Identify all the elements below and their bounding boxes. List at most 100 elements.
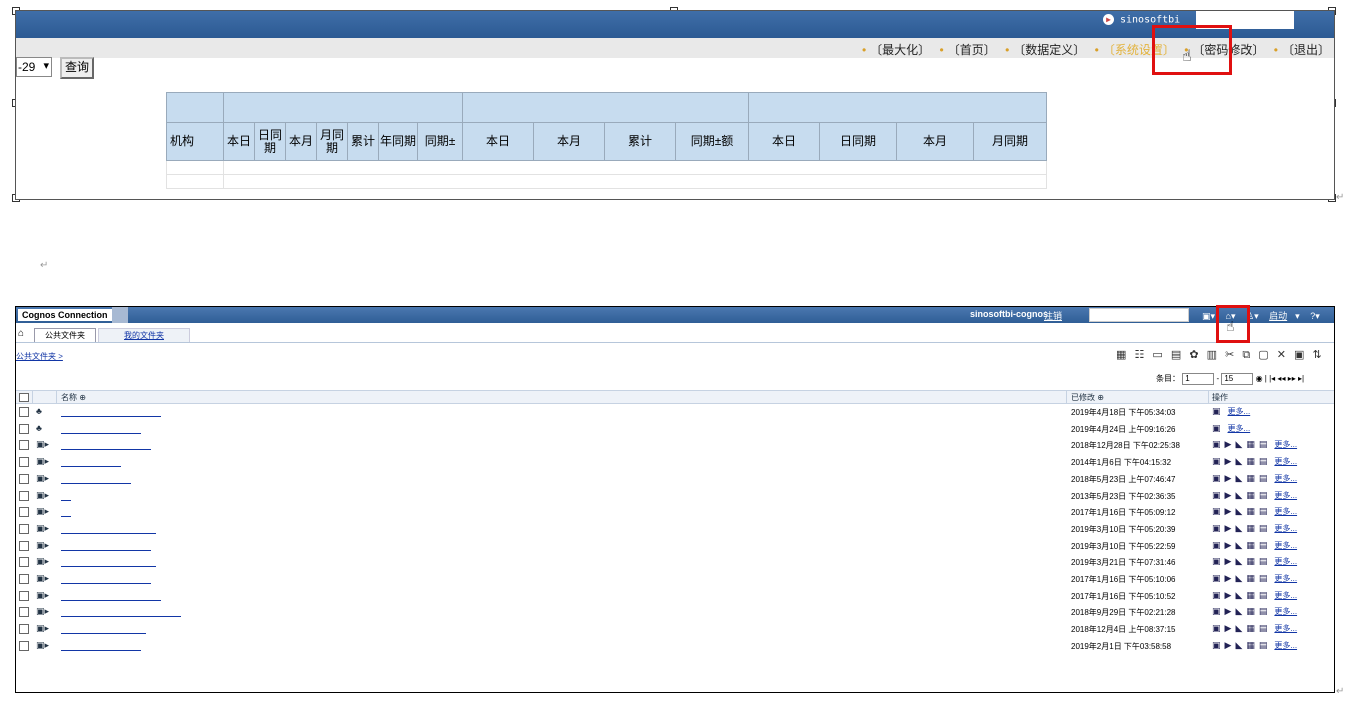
run-with-options-icon[interactable]: ◣ <box>1235 506 1242 516</box>
row-checkbox[interactable] <box>19 440 29 451</box>
nav-maximize-link[interactable]: 〔最大化〕 <box>870 43 930 57</box>
run-icon[interactable]: ▶ <box>1225 456 1232 466</box>
more-link[interactable]: 更多... <box>1274 457 1297 466</box>
item-name-link[interactable] <box>61 482 131 484</box>
run-with-options-icon[interactable]: ◣ <box>1235 456 1242 466</box>
item-name-link[interactable] <box>61 416 161 417</box>
item-name-link[interactable] <box>61 599 161 601</box>
schedule-icon[interactable]: ▦ <box>1246 540 1255 550</box>
row-checkbox[interactable] <box>19 490 29 501</box>
schedule-icon[interactable]: ▦ <box>1246 623 1255 633</box>
row-checkbox[interactable] <box>19 574 29 584</box>
tab-my-folders[interactable]: 我的文件夹 <box>98 328 190 342</box>
column-name-header[interactable]: 名称 ⊕ <box>61 392 86 403</box>
list-item[interactable]: ▣▸ 2014年1月6日 下午04:15:32 ▣ ▶ ◣ ▦ ▤ 更多... <box>16 454 1334 471</box>
schedule-icon[interactable]: ▦ <box>1246 523 1255 533</box>
run-with-options-icon[interactable]: ◣ <box>1235 523 1242 533</box>
row-checkbox[interactable] <box>19 473 29 484</box>
nav-home-link[interactable]: 〔首页〕 <box>948 43 996 57</box>
more-link[interactable]: 更多... <box>1274 524 1297 533</box>
properties-icon[interactable]: ▣ <box>1212 490 1221 500</box>
item-name-link[interactable] <box>61 432 141 434</box>
list-view-icon[interactable]: ☷ <box>1134 349 1144 361</box>
view-output-icon[interactable]: ▤ <box>1259 473 1268 483</box>
list-item[interactable]: ♣ 2019年4月18日 下午05:34:03 ▣ 更多... <box>16 404 1334 421</box>
row-checkbox[interactable] <box>19 540 29 551</box>
schedule-icon[interactable]: ▦ <box>1246 590 1255 600</box>
item-name-link[interactable] <box>61 549 151 551</box>
run-with-options-icon[interactable]: ◣ <box>1235 590 1242 600</box>
item-name-link[interactable] <box>61 583 151 584</box>
column-modified-header[interactable]: 已修改 ⊕ <box>1071 392 1104 403</box>
schedule-icon[interactable]: ▦ <box>1246 490 1255 500</box>
run-icon[interactable]: ▶ <box>1225 640 1232 650</box>
properties-icon[interactable]: ▣ <box>1212 423 1221 433</box>
more-link[interactable]: 更多... <box>1274 440 1297 449</box>
row-checkbox[interactable] <box>19 523 29 534</box>
list-item[interactable]: ▣▸ 2017年1月16日 下午05:10:52 ▣ ▶ ◣ ▦ ▤ 更多... <box>16 588 1334 605</box>
row-checkbox[interactable] <box>19 624 29 635</box>
view-output-icon[interactable]: ▤ <box>1259 573 1268 583</box>
row-checkbox[interactable] <box>19 457 29 468</box>
more-link[interactable]: 更多... <box>1274 474 1297 483</box>
order-icon[interactable]: ⇅ <box>1313 349 1322 361</box>
run-with-options-icon[interactable]: ◣ <box>1235 623 1242 633</box>
view-output-icon[interactable]: ▤ <box>1259 590 1268 600</box>
date-select[interactable]: -29 ▾ <box>16 57 52 77</box>
more-link[interactable]: 更多... <box>1274 507 1297 516</box>
properties-icon[interactable]: ▣ <box>1212 540 1221 550</box>
run-icon[interactable]: ▶ <box>1225 590 1232 600</box>
prev-page-icon[interactable]: ◂◂ <box>1277 374 1285 383</box>
launch-menu[interactable]: 启动 <box>1269 311 1287 321</box>
item-name-link[interactable] <box>61 649 141 651</box>
list-item[interactable]: ▣▸ 2019年3月10日 下午05:22:59 ▣ ▶ ◣ ▦ ▤ 更多... <box>16 538 1334 555</box>
run-with-options-icon[interactable]: ◣ <box>1235 640 1242 650</box>
item-name-link[interactable] <box>61 466 121 468</box>
pager-from-input[interactable]: 1 <box>1182 373 1215 385</box>
run-with-options-icon[interactable]: ◣ <box>1235 439 1242 449</box>
view-output-icon[interactable]: ▤ <box>1259 439 1268 449</box>
run-with-options-icon[interactable]: ◣ <box>1235 490 1242 500</box>
run-icon[interactable]: ▶ <box>1225 556 1232 566</box>
item-name-link[interactable] <box>61 566 156 568</box>
row-checkbox[interactable] <box>19 423 29 434</box>
list-item[interactable]: ▣▸ 2018年5月23日 上午07:46:47 ▣ ▶ ◣ ▦ ▤ 更多... <box>16 471 1334 488</box>
run-with-options-icon[interactable]: ◣ <box>1235 540 1242 550</box>
more-link[interactable]: 更多... <box>1274 641 1297 650</box>
properties-icon[interactable]: ▣ <box>1212 556 1221 566</box>
row-checkbox[interactable] <box>19 507 29 518</box>
more-link[interactable]: 更多... <box>1274 607 1297 616</box>
new-folder-icon[interactable]: ▭ <box>1152 349 1162 361</box>
schedule-icon[interactable]: ▦ <box>1246 556 1255 566</box>
properties-icon[interactable]: ▣ <box>1212 523 1221 533</box>
properties-icon[interactable]: ▣ <box>1212 506 1221 516</box>
more-link[interactable]: 更多... <box>1228 407 1251 416</box>
new-page-icon[interactable]: ▥ <box>1207 349 1217 361</box>
pager-to-input[interactable]: 15 <box>1221 373 1254 385</box>
schedule-icon[interactable]: ▦ <box>1246 606 1255 616</box>
properties-icon[interactable]: ▣ <box>1212 640 1221 650</box>
more-link[interactable]: 更多... <box>1274 574 1297 583</box>
row-checkbox[interactable] <box>19 590 29 601</box>
run-icon[interactable]: ▶ <box>1225 606 1232 616</box>
select-all-checkbox[interactable] <box>19 393 29 402</box>
nav-data-definition-link[interactable]: 〔数据定义〕 <box>1013 43 1085 57</box>
next-page-icon[interactable]: ▸▸ <box>1288 374 1296 383</box>
row-checkbox[interactable] <box>19 557 29 568</box>
properties-icon[interactable]: ▣ <box>1212 439 1221 449</box>
run-icon[interactable]: ▶ <box>1225 490 1232 500</box>
run-icon[interactable]: ▶ <box>1225 623 1232 633</box>
run-icon[interactable]: ▶ <box>1225 573 1232 583</box>
help-icon[interactable]: ?▾ <box>1310 311 1320 321</box>
list-item[interactable]: ▣▸ 2018年9月29日 下午02:21:28 ▣ ▶ ◣ ▦ ▤ 更多... <box>16 604 1334 621</box>
tab-public-folders[interactable]: 公共文件夹 <box>34 328 96 342</box>
first-page-icon[interactable]: |◂ <box>1269 374 1275 383</box>
schedule-icon[interactable]: ▦ <box>1246 439 1255 449</box>
schedule-icon[interactable]: ▦ <box>1246 473 1255 483</box>
list-item[interactable]: ▣▸ 2017年1月16日 下午05:09:12 ▣ ▶ ◣ ▦ ▤ 更多... <box>16 504 1334 521</box>
view-output-icon[interactable]: ▤ <box>1259 490 1268 500</box>
more-link[interactable]: 更多... <box>1274 541 1297 550</box>
run-icon[interactable]: ▶ <box>1225 473 1232 483</box>
view-output-icon[interactable]: ▤ <box>1259 540 1268 550</box>
row-checkbox[interactable] <box>19 407 29 417</box>
